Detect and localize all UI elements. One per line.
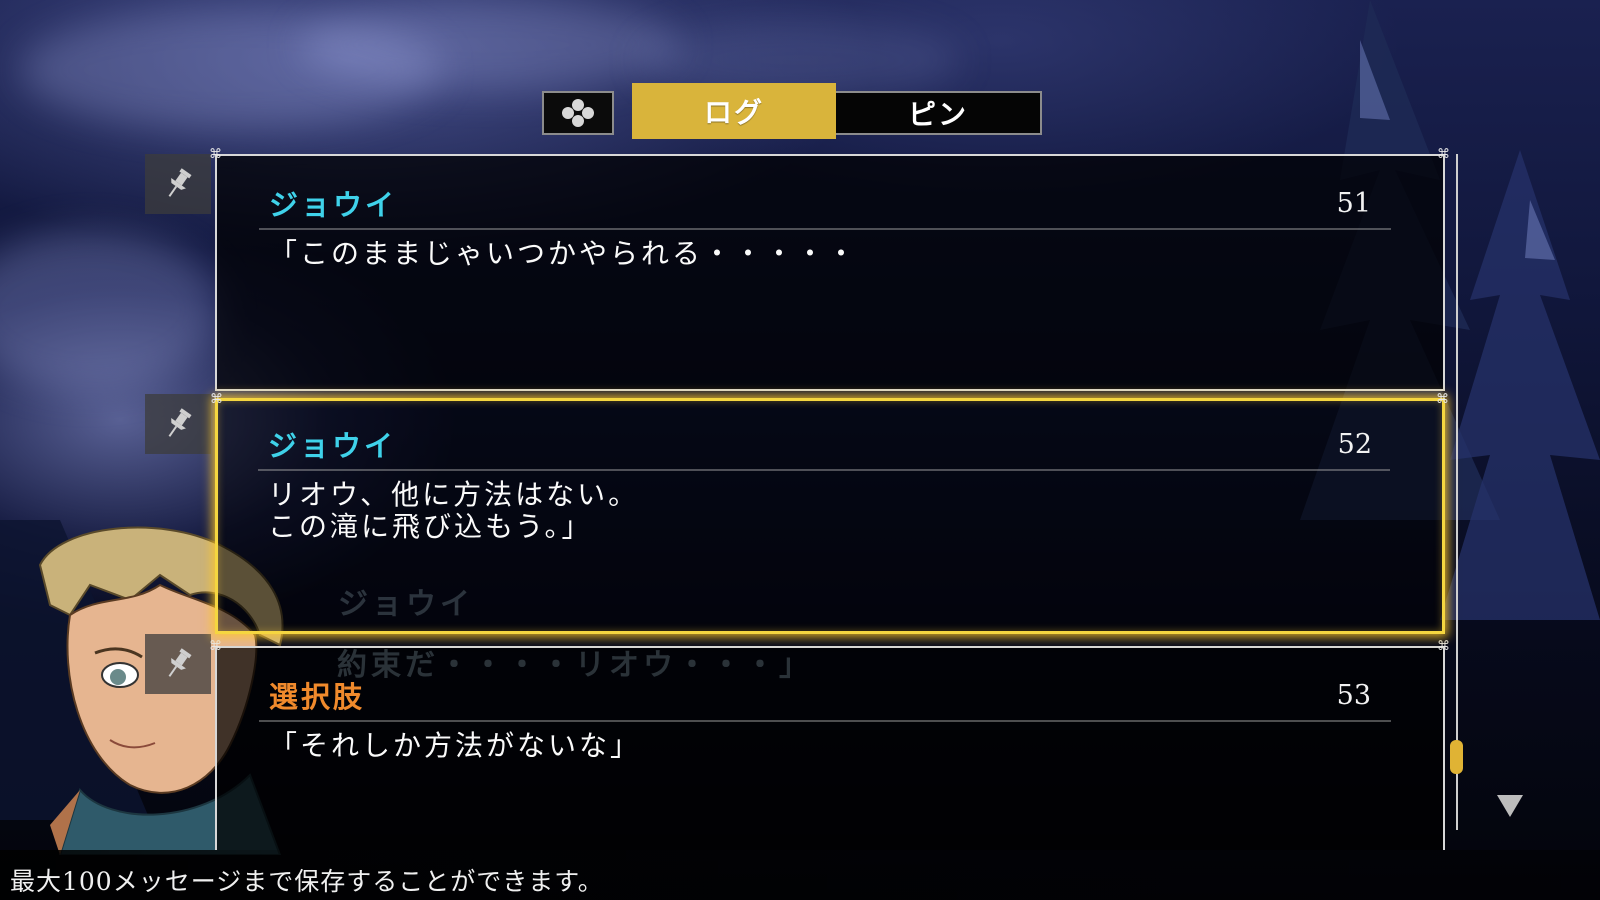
footer-hint: 最大100メッセージまで保存することができます。 — [10, 867, 604, 896]
tab-log[interactable]: ログ — [632, 83, 836, 139]
corner-ornament: ⌘ — [1436, 392, 1449, 407]
log-entry[interactable]: ⌘ ⌘ ジョウイ 51 「このままじゃいつかやられる・・・・・ — [209, 148, 1450, 391]
corner-ornament: ⌘ — [1437, 639, 1450, 654]
dpad-buttons-icon[interactable] — [542, 91, 614, 135]
speaker-name: ジョウイ — [269, 188, 398, 222]
pushpin-icon — [168, 168, 192, 197]
entry-number: 52 — [1337, 429, 1372, 460]
scroll-down-arrow-icon[interactable] — [1497, 795, 1523, 817]
log-entry-selected[interactable]: ⌘ ⌘ ジョウイ 52 リオウ、他に方法はない。 この滝に飛び込もう。」 ジョウ… — [210, 393, 1449, 634]
tab-group: ログ ピン — [632, 83, 1042, 139]
corner-ornament: ⌘ — [1437, 147, 1450, 162]
scrollbar-track[interactable] — [1456, 154, 1458, 830]
corner-ornament: ⌘ — [209, 147, 222, 162]
entry-number: 53 — [1336, 680, 1371, 711]
pin-button-52[interactable] — [145, 394, 211, 454]
speaker-name: ジョウイ — [268, 429, 397, 463]
scrolling-ghost-text: 約束だ・・・・リオウ・・・」 — [337, 648, 813, 683]
pushpin-icon — [168, 648, 192, 677]
entry-number: 51 — [1336, 188, 1371, 219]
dialogue-text: 「このままじゃいつかやられる・・・・・ — [269, 237, 859, 270]
pin-button-53[interactable] — [145, 634, 211, 694]
pin-button-51[interactable] — [145, 154, 211, 214]
divider — [259, 228, 1391, 230]
corner-ornament: ⌘ — [210, 392, 223, 407]
speaker-name: 選択肢 — [269, 680, 366, 714]
corner-ornament: ⌘ — [209, 639, 222, 654]
pushpin-icon — [168, 408, 192, 437]
log-tab-bar: ログ ピン — [542, 83, 1042, 140]
divider — [258, 469, 1390, 471]
tab-pin[interactable]: ピン — [836, 93, 1040, 133]
dialogue-text: リオウ、他に方法はない。 この滝に飛び込もう。」 — [268, 478, 640, 543]
scrolling-ghost-speaker: ジョウイ — [338, 587, 474, 622]
scrollbar-thumb[interactable] — [1450, 740, 1463, 774]
log-entry[interactable]: ⌘ ⌘ 約束だ・・・・リオウ・・・」 選択肢 53 「それしか方法がないな」 — [209, 640, 1450, 850]
divider — [259, 720, 1391, 722]
dialogue-text: 「それしか方法がないな」 — [269, 729, 642, 762]
